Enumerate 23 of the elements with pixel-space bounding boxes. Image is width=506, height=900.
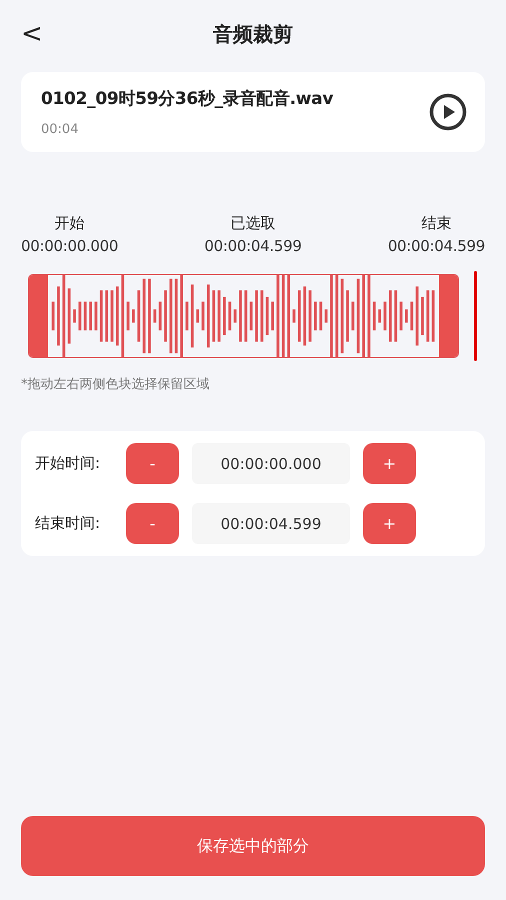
minus-button[interactable]: -	[126, 503, 179, 544]
page-title: 音频裁剪	[213, 20, 293, 48]
time-label: 已选取	[230, 214, 276, 233]
time-field[interactable]: 00:00:04.599	[192, 503, 350, 544]
control-label: 结束时间:	[35, 514, 102, 533]
save-button[interactable]: 保存选中的部分	[21, 816, 485, 876]
plus-button[interactable]: +	[363, 443, 416, 484]
plus-button[interactable]: +	[363, 503, 416, 544]
hint-text: *拖动左右两侧色块选择保留区域	[21, 376, 210, 393]
control-label: 开始时间:	[35, 454, 102, 473]
time-value: 00:00:00.000	[21, 237, 118, 255]
time-label: 开始	[54, 214, 85, 233]
time-value: 00:00:04.599	[388, 237, 485, 255]
left-handle[interactable]	[29, 275, 48, 357]
time-value: 00:00:04.599	[204, 237, 302, 255]
file-duration: 00:04	[41, 122, 80, 137]
time-field[interactable]: 00:00:00.000	[192, 443, 350, 484]
right-handle[interactable]	[439, 275, 458, 357]
play-icon[interactable]	[429, 93, 467, 131]
back-button[interactable]: <	[21, 21, 43, 47]
time-label: 结束	[421, 214, 452, 233]
minus-button[interactable]: -	[126, 443, 179, 484]
file-name: 0102_09时59分36秒_录音配音.wav	[41, 88, 334, 110]
